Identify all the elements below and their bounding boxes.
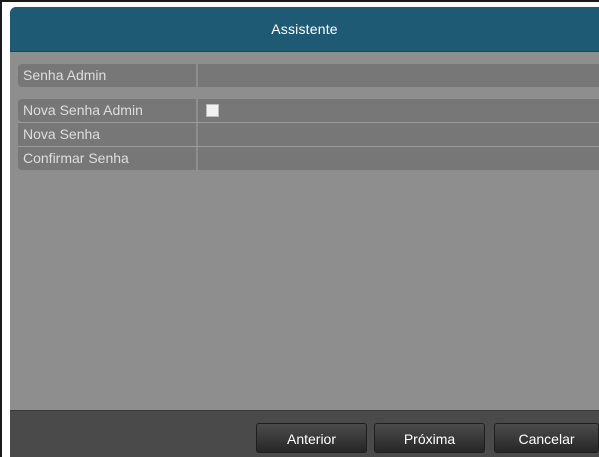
new-admin-password-value (198, 99, 599, 122)
confirm-password-row: Confirmar Senha (18, 147, 599, 170)
titlebar: Assistente (10, 7, 599, 52)
wizard-window: Assistente Senha Admin Nova Senha Admin … (10, 7, 599, 457)
admin-password-field[interactable] (198, 64, 599, 87)
new-password-row: Nova Senha (18, 123, 599, 146)
new-admin-password-label: Nova Senha Admin (18, 99, 196, 122)
new-admin-password-checkbox[interactable] (206, 104, 219, 117)
next-button[interactable]: Próxima (374, 423, 485, 453)
new-password-label: Nova Senha (18, 123, 196, 146)
admin-password-label: Senha Admin (18, 64, 196, 87)
wizard-footer: Anterior Próxima Cancelar (10, 410, 599, 457)
confirm-password-field[interactable] (198, 147, 599, 170)
new-admin-password-row: Nova Senha Admin (18, 99, 599, 122)
admin-password-row: Senha Admin (18, 64, 599, 87)
confirm-password-label: Confirmar Senha (18, 147, 196, 170)
new-password-field[interactable] (198, 123, 599, 146)
previous-button[interactable]: Anterior (256, 423, 367, 453)
window-title: Assistente (271, 21, 338, 37)
cancel-button[interactable]: Cancelar (494, 423, 599, 453)
